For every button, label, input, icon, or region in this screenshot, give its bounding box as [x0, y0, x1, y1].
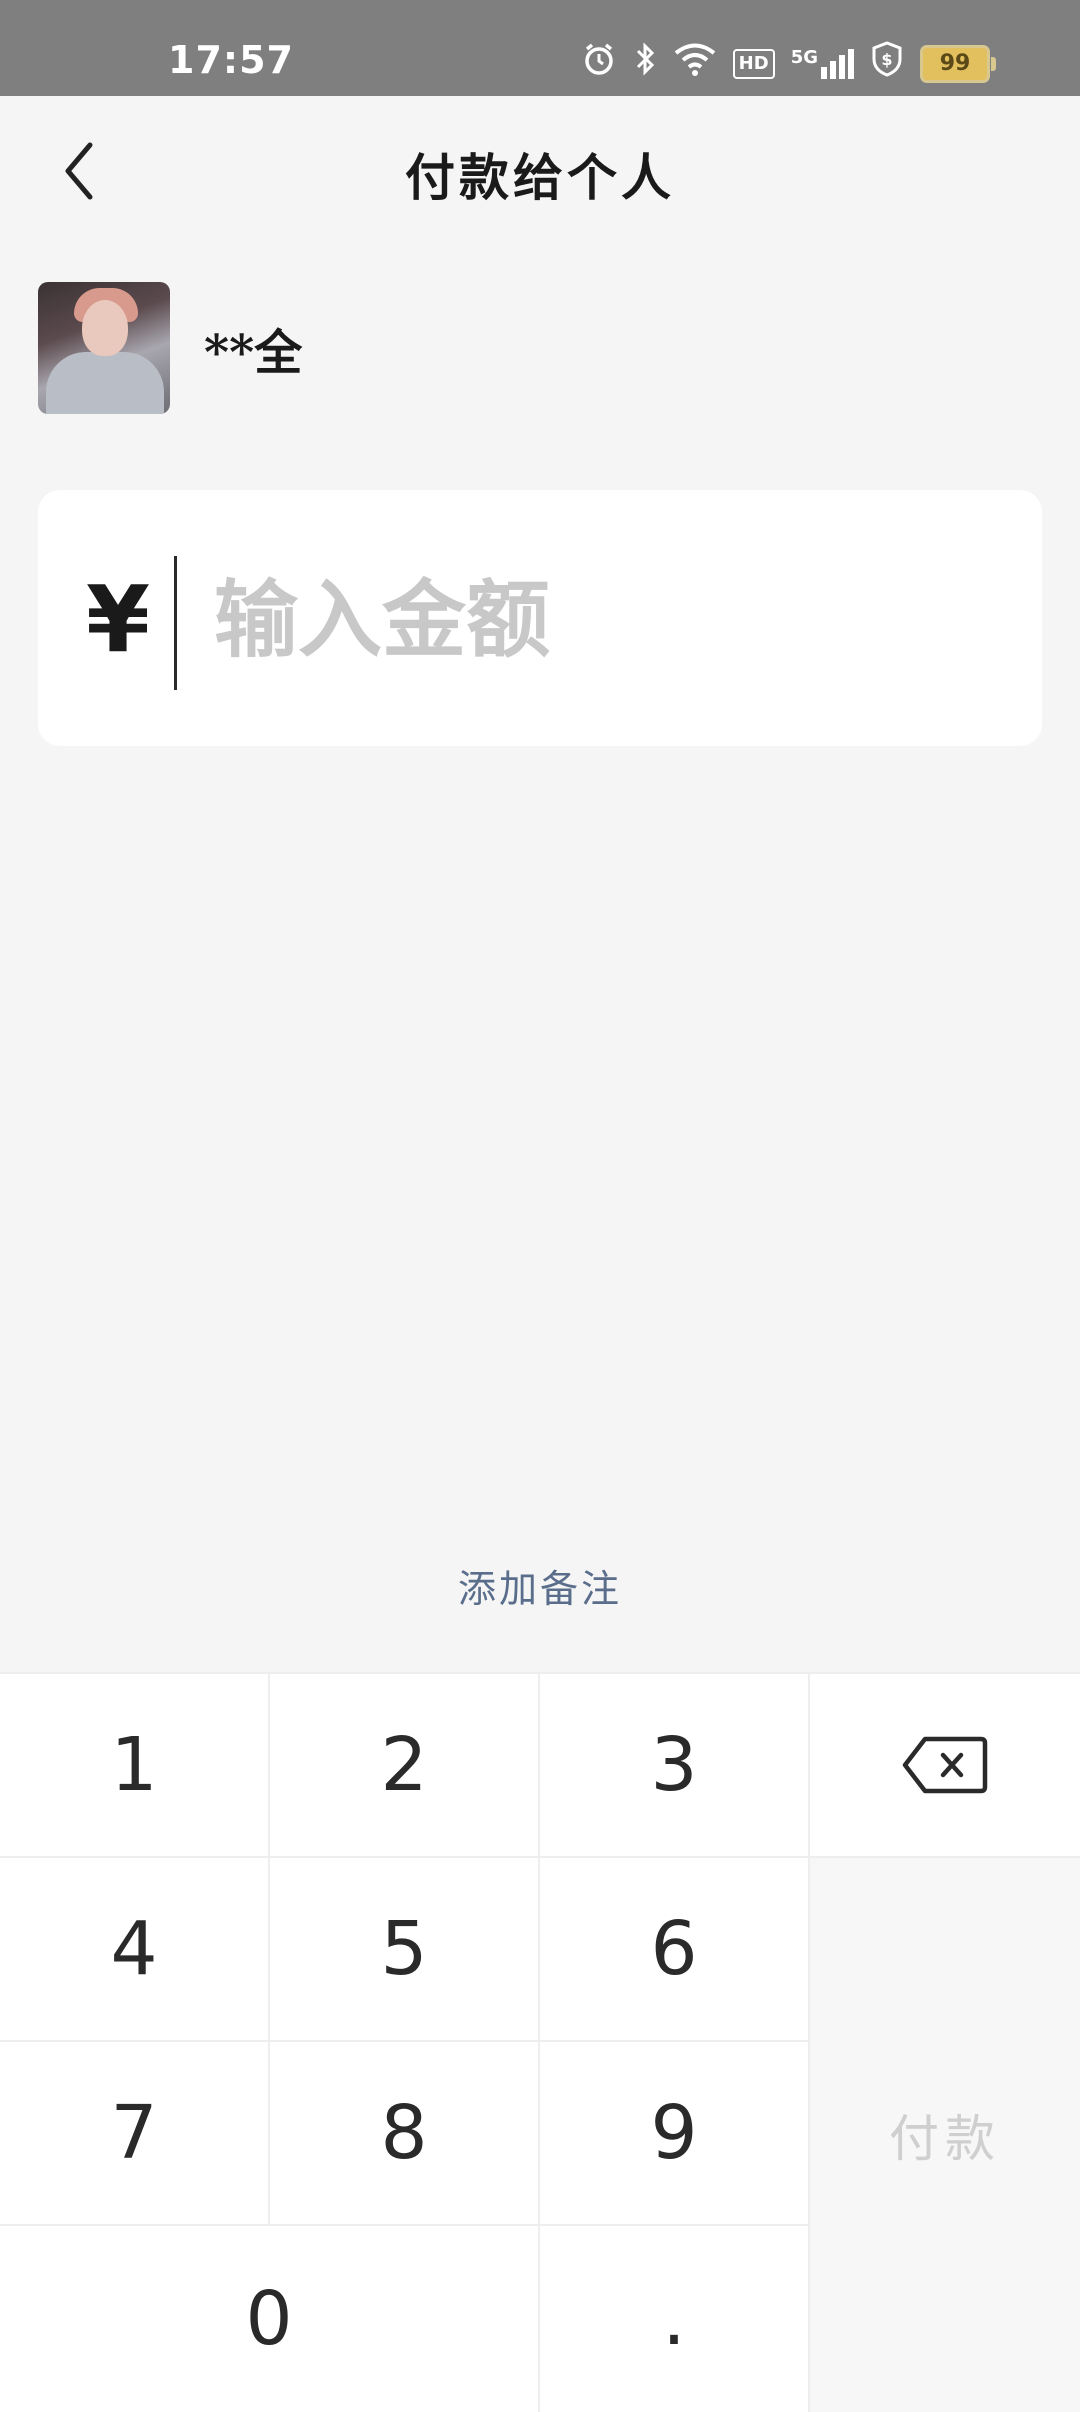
key-0[interactable]: 0: [0, 2226, 538, 2412]
bluetooth-icon: [633, 41, 657, 86]
wifi-icon: [673, 41, 717, 86]
alarm-icon: [581, 41, 617, 86]
add-note-link[interactable]: 添加备注: [0, 1558, 1080, 1613]
key-3[interactable]: 3: [540, 1674, 808, 1856]
page-title: 付款给个人: [405, 148, 675, 207]
status-icons: HD 5G $ 99: [581, 40, 996, 87]
key-8[interactable]: 8: [270, 2042, 538, 2224]
key-4[interactable]: 4: [0, 1858, 268, 2040]
amount-card: ¥: [38, 490, 1042, 746]
key-7[interactable]: 7: [0, 2042, 268, 2224]
key-9[interactable]: 9: [540, 2042, 808, 2224]
backspace-icon: [902, 1736, 988, 1794]
key-decimal[interactable]: .: [540, 2226, 808, 2412]
signal-5g-icon: 5G: [790, 46, 854, 79]
status-bar: 17:57 HD 5G $ 99: [0, 0, 1080, 96]
battery-icon: 99: [920, 44, 996, 83]
network-type: 5G: [790, 46, 818, 68]
key-6[interactable]: 6: [540, 1858, 808, 2040]
hd-icon: HD: [732, 48, 775, 79]
avatar: [38, 282, 170, 414]
key-5[interactable]: 5: [270, 1858, 538, 2040]
currency-symbol: ¥: [86, 566, 151, 673]
key-1[interactable]: 1: [0, 1674, 268, 1856]
amount-input[interactable]: [174, 560, 1034, 680]
svg-text:$: $: [881, 50, 892, 69]
backspace-button[interactable]: [810, 1674, 1080, 1856]
status-time: 17:57: [168, 38, 294, 82]
nav-bar: 付款给个人: [0, 96, 1080, 246]
numeric-keypad: 1 2 3 4 5 6 7 8 9 0 . 付款: [0, 1672, 1080, 2412]
key-2[interactable]: 2: [270, 1674, 538, 1856]
recipient-name: **全: [204, 325, 303, 381]
recipient-info: **全: [38, 282, 302, 414]
pay-button[interactable]: 付款: [810, 1858, 1080, 2412]
security-shield-icon: $: [870, 40, 904, 87]
